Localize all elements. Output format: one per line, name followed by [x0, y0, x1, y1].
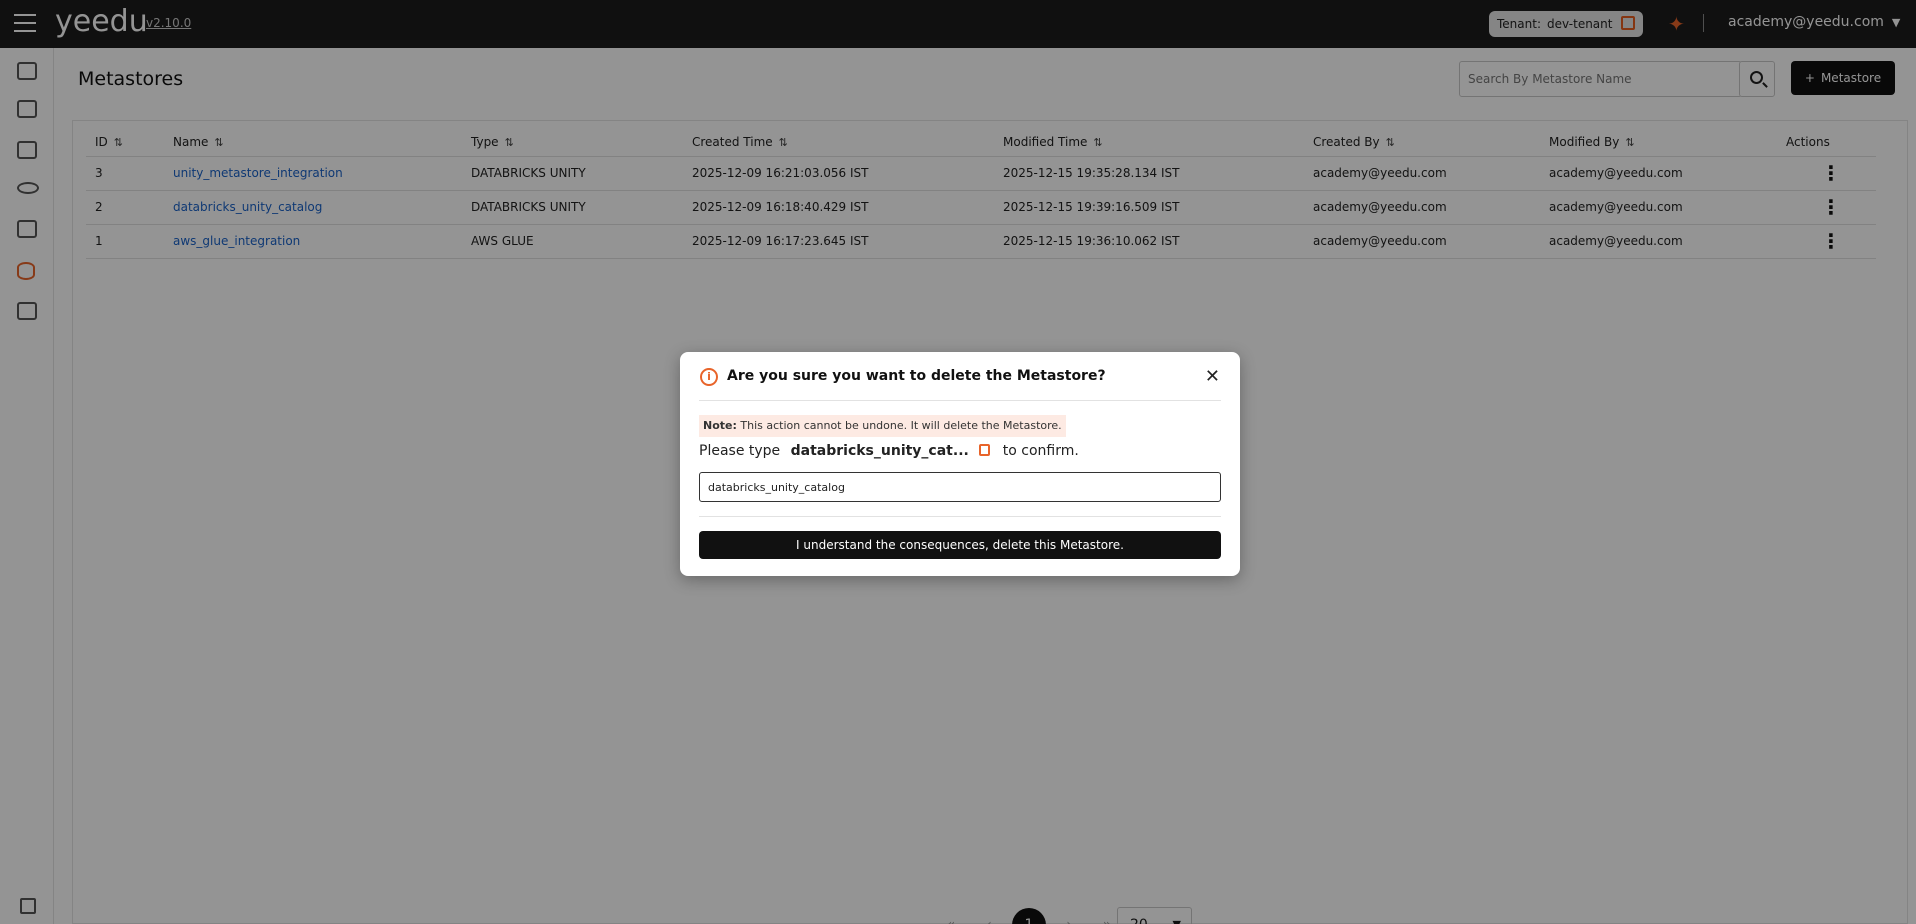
warning-icon: i: [700, 368, 718, 386]
note-text: This action cannot be undone. It will de…: [740, 419, 1062, 432]
copy-icon[interactable]: [979, 444, 991, 456]
dialog-divider: [699, 516, 1221, 517]
prompt-prefix: Please type: [699, 443, 781, 459]
delete-metastore-dialog: i Are you sure you want to delete the Me…: [680, 352, 1240, 576]
warning-note: Note: This action cannot be undone. It w…: [699, 415, 1066, 437]
dialog-title: Are you sure you want to delete the Meta…: [727, 368, 1106, 384]
dialog-divider: [699, 400, 1221, 401]
confirm-delete-button[interactable]: I understand the consequences, delete th…: [699, 531, 1221, 559]
confirm-name-input[interactable]: [699, 472, 1221, 502]
prompt-metastore-name: databricks_unity_cat...: [790, 443, 969, 459]
close-icon[interactable]: ✕: [1205, 366, 1220, 387]
prompt-suffix: to confirm.: [1002, 443, 1079, 459]
confirm-prompt: Please type databricks_unity_cat... to c…: [699, 443, 1079, 459]
note-label: Note:: [703, 419, 737, 432]
